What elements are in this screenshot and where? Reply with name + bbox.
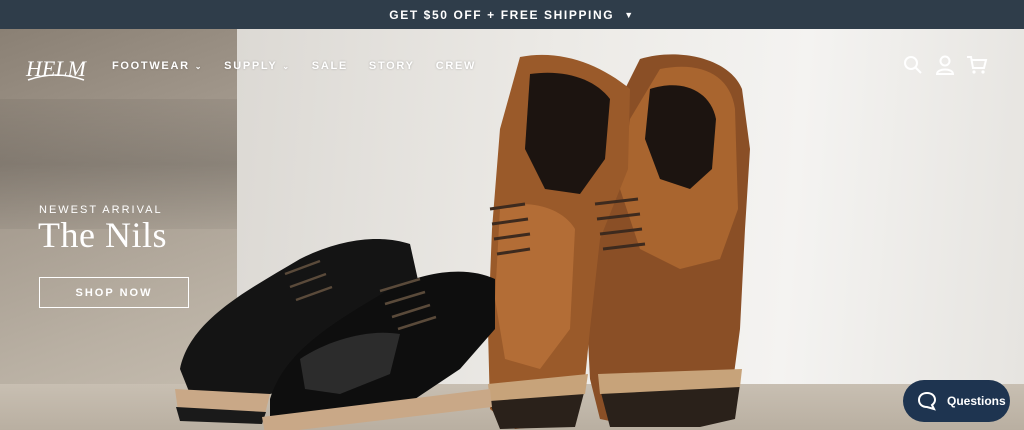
search-icon[interactable] [902,54,924,76]
nav-sale[interactable]: SALE [312,60,348,72]
chevron-down-icon[interactable]: ▼ [624,10,635,20]
header-icons [902,54,988,76]
chevron-down-icon[interactable]: ⌄ [195,62,203,71]
nav-supply-label[interactable]: SUPPLY [224,60,277,72]
chat-bubble-icon [917,391,937,411]
nav-story[interactable]: STORY [369,60,415,72]
cart-icon[interactable] [966,54,988,76]
nav-story-label[interactable]: STORY [369,60,415,72]
hero-title: The Nils [38,215,167,255]
chevron-down-icon[interactable]: ⌄ [282,62,290,71]
nav-footwear[interactable]: FOOTWEAR ⌄ [112,60,203,72]
shop-now-button[interactable]: SHOP NOW [39,277,189,308]
questions-label: Questions [947,394,1006,408]
nav-crew-label[interactable]: CREW [436,60,476,72]
nav-supply[interactable]: SUPPLY ⌄ [224,60,291,72]
helm-logo[interactable]: HELM [24,50,88,86]
account-icon[interactable] [934,54,956,76]
announcement-bar[interactable]: GET $50 OFF + FREE SHIPPING ▼ [0,0,1024,29]
nav-sale-label[interactable]: SALE [312,60,348,72]
questions-chat-button[interactable]: Questions [903,380,1010,422]
nav-footwear-label[interactable]: FOOTWEAR [112,60,190,72]
announcement-text[interactable]: GET $50 OFF + FREE SHIPPING [389,8,614,22]
main-nav: FOOTWEAR ⌄ SUPPLY ⌄ SALE STORY CREW [112,60,497,72]
nav-crew[interactable]: CREW [436,60,476,72]
